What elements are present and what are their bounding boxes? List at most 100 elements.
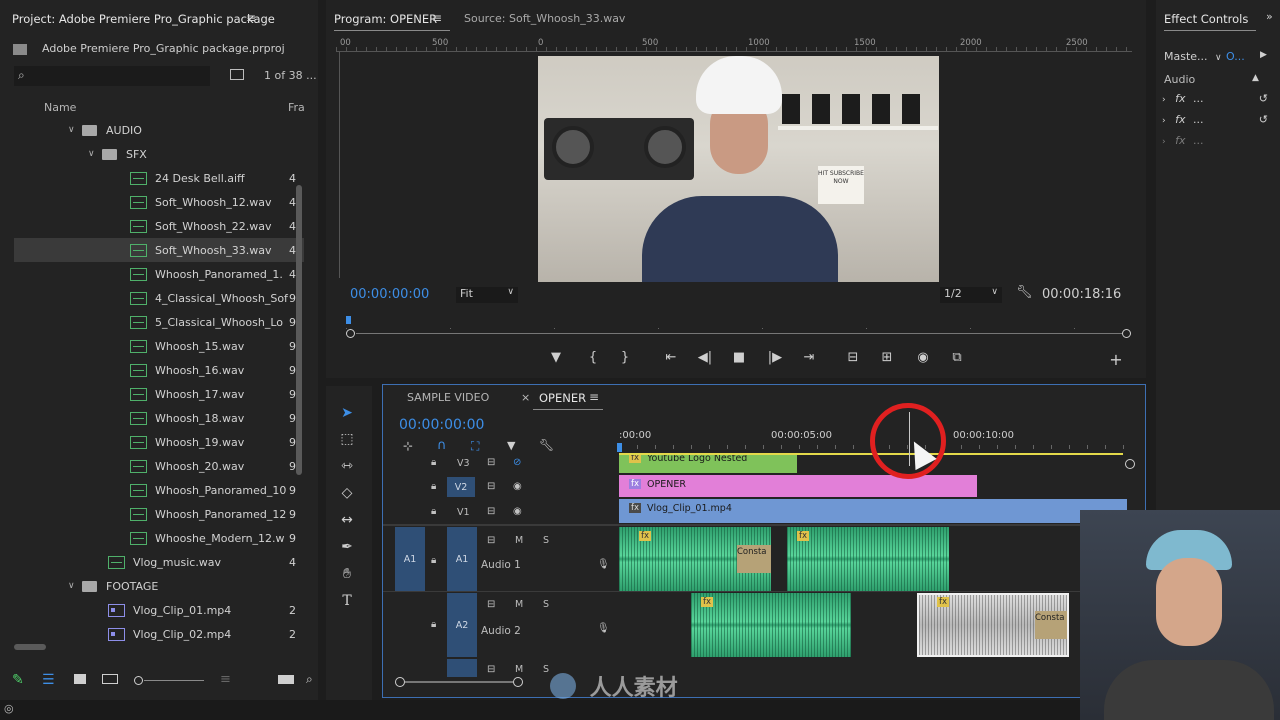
sync-lock-icon[interactable]: ⊟ [487,481,495,492]
ripple-edit-tool-icon[interactable]: ⇿ [336,455,358,477]
add-button-plus-icon[interactable]: + [1105,350,1127,369]
effect-row[interactable]: › fx ... ↺ [1162,113,1272,129]
export-frame-camera-icon[interactable]: ◉ [912,350,934,365]
list-item[interactable]: Whoosh_20.wav 9 [14,454,304,478]
transition-constant-power[interactable]: Consta [737,545,771,573]
hand-tool-icon[interactable]: ✋︎ [336,563,358,585]
fx-icon[interactable]: fx [1175,113,1185,126]
effect-row[interactable]: › fx ... [1162,134,1272,150]
horizontal-scrollbar[interactable] [14,644,46,650]
sync-lock-icon[interactable]: ⊟ [487,506,495,517]
audio-clip[interactable]: fx [787,527,949,591]
fit-dropdown[interactable]: Fit ∨ [456,287,518,303]
track-v3-label[interactable]: V3 [457,458,470,469]
list-item[interactable]: Whoosh_16.wav 9 [14,358,304,382]
timeline-end-handle[interactable] [1125,459,1135,469]
clip-youtube-logo-nested[interactable]: fx Youtube Logo Nested [619,455,797,473]
folder-row-audio[interactable]: ∨ AUDIO [14,118,304,142]
timeline-horizontal-scrollbar[interactable] [405,681,513,683]
track-select-tool-icon[interactable]: ⬚ [336,428,358,450]
mute-button[interactable]: M [515,535,523,546]
add-marker-button[interactable]: ▼ [545,350,567,365]
track-v1-label[interactable]: V1 [457,507,470,518]
clip-opener[interactable]: fx OPENER [619,475,977,497]
fx-icon[interactable]: fx [1175,92,1185,105]
effect-row[interactable]: › fx ... ↺ [1162,92,1272,108]
list-item[interactable]: Soft_Whoosh_22.wav 4 [14,214,304,238]
track-v2-label[interactable]: V2 [447,477,475,497]
effect-controls-title[interactable]: Effect Controls [1164,12,1248,26]
reset-icon[interactable]: ↺ [1259,113,1268,126]
zoom-slider[interactable] [134,676,204,686]
sync-lock-icon[interactable]: ⊟ [487,599,495,610]
solo-button[interactable]: S [543,535,549,546]
audio-clip[interactable]: fx Consta [619,527,771,591]
wrench-icon[interactable]: 🔧︎ [1016,285,1033,300]
selection-tool-icon[interactable]: ➤ [336,402,358,424]
playhead-marker[interactable] [617,443,622,452]
linked-selection-icon[interactable]: ⛶ [471,439,479,454]
list-item[interactable]: Whoosh_Panoramed_12 9 [14,502,304,526]
expand-chevron-icon[interactable]: › [1162,95,1166,105]
mark-out-button[interactable]: } [614,350,636,365]
collapse-triangle-icon[interactable]: ▲ [1252,73,1259,83]
playhead-marker[interactable] [346,316,351,324]
zoom-handle-right[interactable] [1122,329,1131,338]
close-tab-icon[interactable]: × [521,391,530,404]
slip-tool-icon[interactable]: ↔ [336,509,358,531]
search-input[interactable]: ⌕ [14,66,210,86]
list-item[interactable]: 4_Classical_Whoosh_Sof 9 [14,286,304,310]
zoom-handle-left[interactable] [346,329,355,338]
master-dropdown[interactable]: Maste... ∨ [1164,50,1222,63]
play-triangle-icon[interactable]: ▶ [1260,50,1267,60]
list-item[interactable]: Vlog_Clip_01.mp4 2 [14,598,304,622]
lift-button[interactable]: ⊟ [842,350,864,365]
panel-menu-icon[interactable]: ≡ [589,390,599,404]
playhead-timecode[interactable]: 00:00:00:00 [350,287,429,302]
list-item[interactable]: Whoosh_Panoramed_10 9 [14,478,304,502]
folder-row-footage[interactable]: ∨ FOOTAGE [14,574,304,598]
folder-row-sfx[interactable]: ∨ SFX [14,142,304,166]
eye-icon[interactable]: ◉ [513,506,522,517]
track-audio2-name[interactable]: Audio 2 [481,625,521,637]
step-back-button[interactable]: ◀| [694,350,716,365]
lock-icon[interactable]: 🔒︎ [431,555,436,566]
step-forward-button[interactable]: |▶ [764,350,786,365]
eye-icon[interactable]: ◉ [513,481,522,492]
chevron-down-icon[interactable]: ∨ [68,581,82,591]
snap-magnet-icon[interactable]: ∩ [437,438,447,453]
timeline-timecode[interactable]: 00:00:00:00 [399,417,484,433]
track-audio1-name[interactable]: Audio 1 [481,559,521,571]
expand-chevron-icon[interactable]: › [1162,116,1166,126]
list-item[interactable]: Whoosh_15.wav 9 [14,334,304,358]
mute-button[interactable]: M [515,664,523,675]
track-a1-label[interactable]: A1 [447,527,477,591]
fx-icon[interactable]: fx [1175,134,1185,147]
track-a2-label[interactable]: A2 [447,593,477,657]
list-item[interactable]: Vlog_music.wav 4 [14,550,304,574]
sync-lock-icon[interactable]: ⊟ [487,457,495,468]
stop-button[interactable]: ■ [728,350,750,365]
list-item[interactable]: Whoosh_19.wav 9 [14,430,304,454]
pencil-icon[interactable]: ✎ [12,672,24,688]
resolution-dropdown[interactable]: 1/2 ∨ [940,287,1002,303]
list-item[interactable]: Vlog_Clip_02.mp4 2 [14,622,304,646]
timeline-scroll-handle-left[interactable] [395,677,405,687]
new-bin-icon[interactable] [230,69,244,80]
go-to-in-button[interactable]: ⇤ [660,350,682,365]
add-marker-icon[interactable]: ▼ [507,439,515,452]
zoom-slider-handle[interactable] [134,676,143,685]
solo-button[interactable]: S [543,599,549,610]
panel-menu-icon[interactable]: ≡ [432,11,442,25]
nest-toggle-icon[interactable]: ⊹ [403,439,413,453]
timeline-scroll-handle-right[interactable] [513,677,523,687]
vertical-scrollbar[interactable] [296,185,302,475]
list-item[interactable]: Whooshe_Modern_12.w 9 [14,526,304,550]
status-icon[interactable]: ◎ [4,702,14,715]
list-item-selected[interactable]: Soft_Whoosh_33.wav 4 [14,238,304,262]
clip-selector[interactable]: O... [1226,50,1245,63]
pen-tool-icon[interactable]: ✒ [336,536,358,558]
track-a3-label[interactable] [447,659,477,677]
go-to-out-button[interactable]: ⇥ [798,350,820,365]
reset-icon[interactable]: ↺ [1259,92,1268,105]
